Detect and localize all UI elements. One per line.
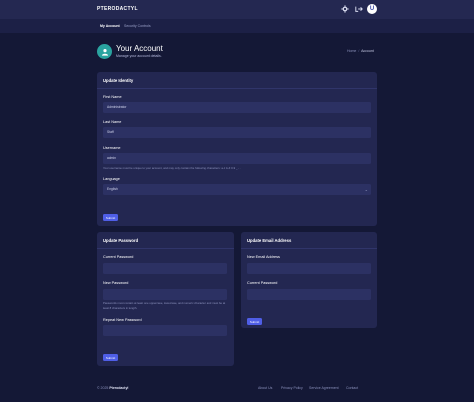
last-name-input[interactable]: Staff bbox=[103, 127, 371, 138]
page-subtitle: Manage your account details. bbox=[116, 54, 162, 58]
username-input[interactable]: admin bbox=[103, 153, 371, 164]
username-label: Username bbox=[103, 146, 121, 150]
language-label: Language bbox=[103, 177, 120, 181]
update-identity-card: Update Identity First Name Administrator… bbox=[97, 72, 377, 226]
divider bbox=[97, 248, 234, 249]
footer-copyright: © 2025 Pterodactyl bbox=[97, 386, 128, 390]
top-navbar: PTERODACTYL U bbox=[0, 0, 474, 19]
update-password-card: Update Password Current Password New Pas… bbox=[97, 232, 234, 366]
copyright-text: © 2025 bbox=[97, 386, 109, 390]
user-icon bbox=[97, 44, 112, 59]
footer-brand[interactable]: Pterodactyl bbox=[109, 386, 128, 390]
password-help-text: Passwords must contain at least one uppe… bbox=[103, 301, 226, 310]
email-submit-button[interactable]: Submit bbox=[247, 318, 262, 325]
new-password-label: New Password bbox=[103, 281, 129, 285]
repeat-password-input[interactable] bbox=[103, 325, 227, 336]
repeat-password-label: Repeat New Password bbox=[103, 318, 142, 322]
breadcrumb-home[interactable]: Home bbox=[347, 49, 356, 53]
card-title: Update Identity bbox=[103, 78, 134, 83]
breadcrumb-current: Account bbox=[361, 49, 374, 53]
username-help-text: Your username must be unique to your acc… bbox=[103, 166, 241, 170]
email-current-password-input[interactable] bbox=[247, 289, 371, 300]
card-title: Update Password bbox=[103, 238, 139, 243]
current-password-input[interactable] bbox=[103, 263, 227, 274]
new-password-input[interactable] bbox=[103, 289, 227, 300]
first-name-input[interactable]: Administrator bbox=[103, 102, 371, 113]
new-email-input[interactable] bbox=[247, 263, 371, 274]
last-name-label: Last Name bbox=[103, 120, 122, 124]
identity-submit-button[interactable]: Submit bbox=[103, 214, 118, 221]
update-email-card: Update Email Address New Email Address C… bbox=[241, 232, 377, 328]
sign-out-icon[interactable] bbox=[354, 4, 364, 14]
language-select[interactable]: English ⌄ bbox=[103, 184, 371, 195]
footer-link-service[interactable]: Service Agreement bbox=[309, 386, 339, 390]
first-name-label: First Name bbox=[103, 95, 122, 99]
tab-my-account[interactable]: My Account bbox=[100, 24, 120, 28]
breadcrumb: Home / Account bbox=[347, 49, 374, 53]
account-subnav: My Account Security Controls bbox=[0, 19, 474, 33]
tab-security-controls[interactable]: Security Controls bbox=[124, 24, 151, 28]
language-selected-value: English bbox=[107, 187, 118, 191]
new-email-label: New Email Address bbox=[247, 255, 280, 259]
chevron-down-icon: ⌄ bbox=[364, 187, 368, 192]
brand-logo-text[interactable]: PTERODACTYL bbox=[97, 6, 138, 12]
card-title: Update Email Address bbox=[247, 238, 292, 243]
password-submit-button[interactable]: Submit bbox=[103, 354, 118, 361]
footer-link-contact[interactable]: Contact bbox=[346, 386, 358, 390]
footer-link-about[interactable]: About Us bbox=[258, 386, 272, 390]
divider bbox=[241, 248, 377, 249]
footer-link-privacy[interactable]: Privacy Policy bbox=[281, 386, 303, 390]
user-avatar[interactable]: U bbox=[367, 4, 377, 14]
divider bbox=[97, 88, 377, 89]
email-current-password-label: Current Password bbox=[247, 281, 278, 285]
breadcrumb-separator: / bbox=[358, 49, 360, 53]
current-password-label: Current Password bbox=[103, 255, 134, 259]
cogs-icon[interactable] bbox=[340, 4, 350, 14]
page-title: Your Account bbox=[116, 44, 163, 53]
